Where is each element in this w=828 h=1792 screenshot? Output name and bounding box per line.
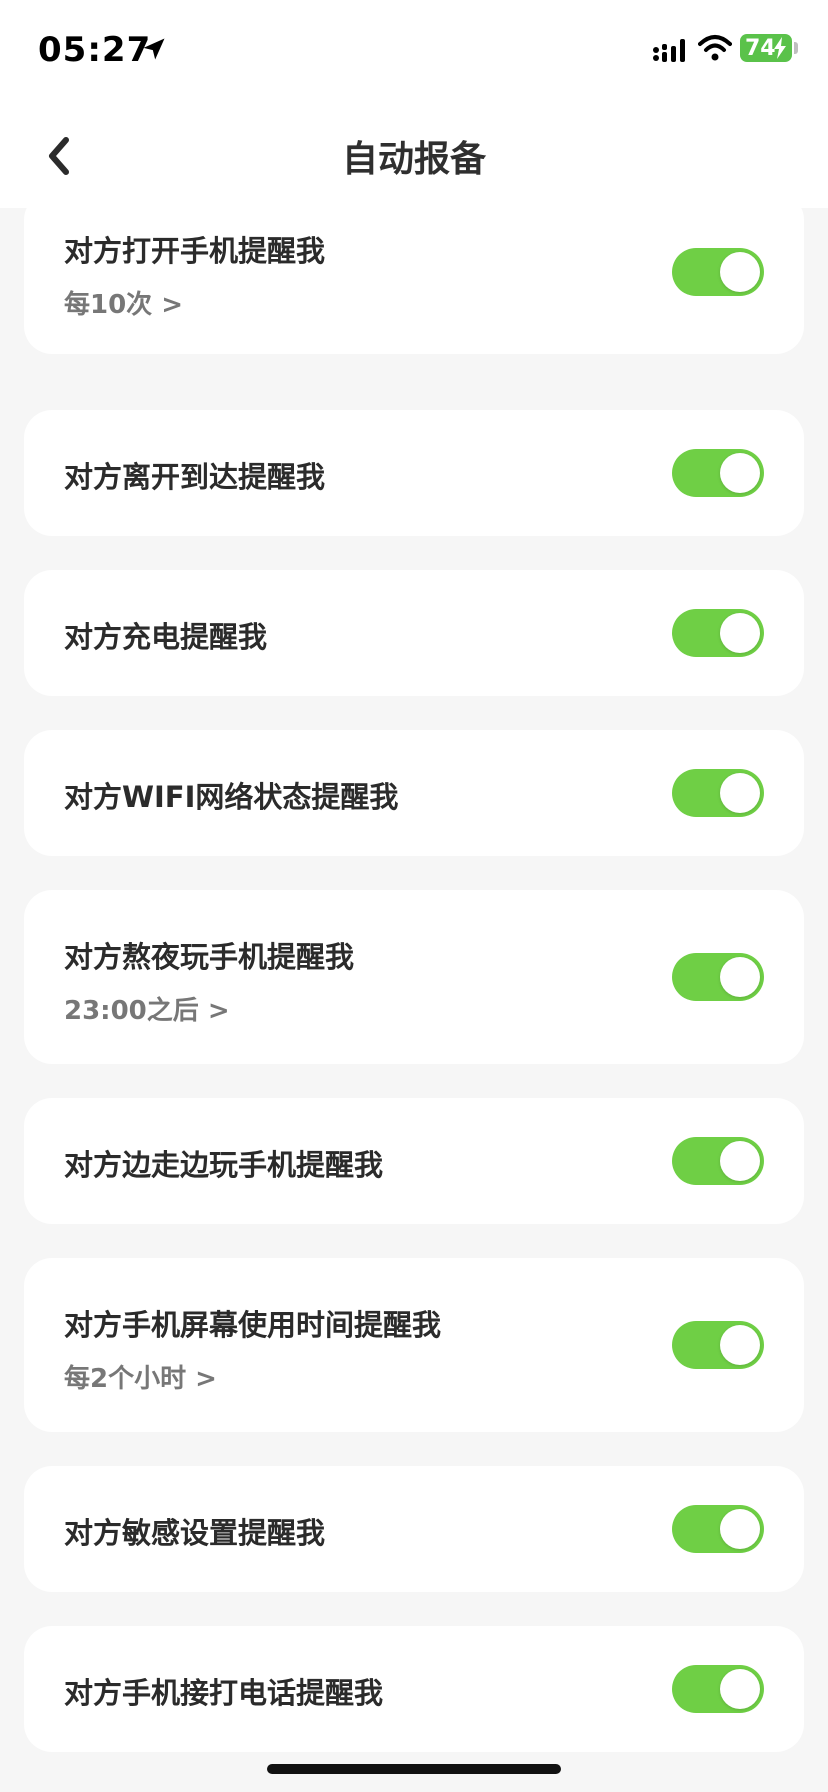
location-arrow-icon — [143, 38, 165, 60]
toggle-switch[interactable] — [672, 1321, 764, 1369]
setting-label: 对方打开手机提醒我 — [64, 234, 326, 268]
setting-label: 对方边走边玩手机提醒我 — [64, 1148, 384, 1182]
toggle-switch[interactable] — [672, 1665, 764, 1713]
setting-label: 对方WIFI网络状态提醒我 — [64, 780, 399, 814]
setting-card-charging: 对方充电提醒我 — [24, 570, 804, 696]
setting-label: 对方敏感设置提醒我 — [64, 1516, 326, 1550]
toggle-knob — [720, 1325, 760, 1365]
battery-tip — [794, 42, 798, 54]
toggle-knob — [720, 1669, 760, 1709]
toggle-switch[interactable] — [672, 248, 764, 296]
setting-card-late-night: 对方熬夜玩手机提醒我 23:00之后 > — [24, 890, 804, 1064]
toggle-switch[interactable] — [672, 449, 764, 497]
toggle-knob — [720, 453, 760, 493]
toggle-knob — [720, 773, 760, 813]
setting-card-sensitive: 对方敏感设置提醒我 — [24, 1466, 804, 1592]
toggle-switch[interactable] — [672, 769, 764, 817]
toggle-switch[interactable] — [672, 1505, 764, 1553]
setting-label: 对方手机接打电话提醒我 — [64, 1676, 384, 1710]
toggle-switch[interactable] — [672, 609, 764, 657]
status-bar: 05:27 74 — [0, 0, 828, 100]
setting-card-screen-time: 对方手机屏幕使用时间提醒我 每2个小时 > — [24, 1258, 804, 1432]
toggle-knob — [720, 252, 760, 292]
setting-label: 对方离开到达提醒我 — [64, 460, 326, 494]
page-title: 自动报备 — [341, 139, 486, 180]
setting-card-walking: 对方边走边玩手机提醒我 — [24, 1098, 804, 1224]
toggle-switch[interactable] — [672, 1137, 764, 1185]
setting-label: 对方手机屏幕使用时间提醒我 — [64, 1308, 442, 1342]
charging-bolt-icon — [774, 37, 786, 59]
setting-label: 对方充电提醒我 — [64, 620, 268, 654]
cellular-signal-icon — [653, 39, 685, 62]
toggle-knob — [720, 1141, 760, 1181]
home-indicator[interactable] — [267, 1764, 561, 1774]
setting-frequency-link[interactable]: 每10次 > — [64, 284, 183, 321]
toggle-switch[interactable] — [672, 953, 764, 1001]
toggle-knob — [720, 613, 760, 653]
setting-card-calls: 对方手机接打电话提醒我 — [24, 1626, 804, 1752]
setting-label: 对方熬夜玩手机提醒我 — [64, 940, 355, 974]
toggle-knob — [720, 1509, 760, 1549]
setting-card-open-phone: 对方打开手机提醒我 每10次 > — [24, 192, 804, 354]
toggle-knob — [720, 957, 760, 997]
status-time: 05:27 — [38, 30, 152, 70]
setting-card-wifi: 对方WIFI网络状态提醒我 — [24, 730, 804, 856]
setting-time-link[interactable]: 23:00之后 > — [64, 990, 230, 1027]
setting-interval-link[interactable]: 每2个小时 > — [64, 1358, 217, 1395]
wifi-icon — [698, 35, 732, 61]
setting-card-leave-arrive: 对方离开到达提醒我 — [24, 410, 804, 536]
